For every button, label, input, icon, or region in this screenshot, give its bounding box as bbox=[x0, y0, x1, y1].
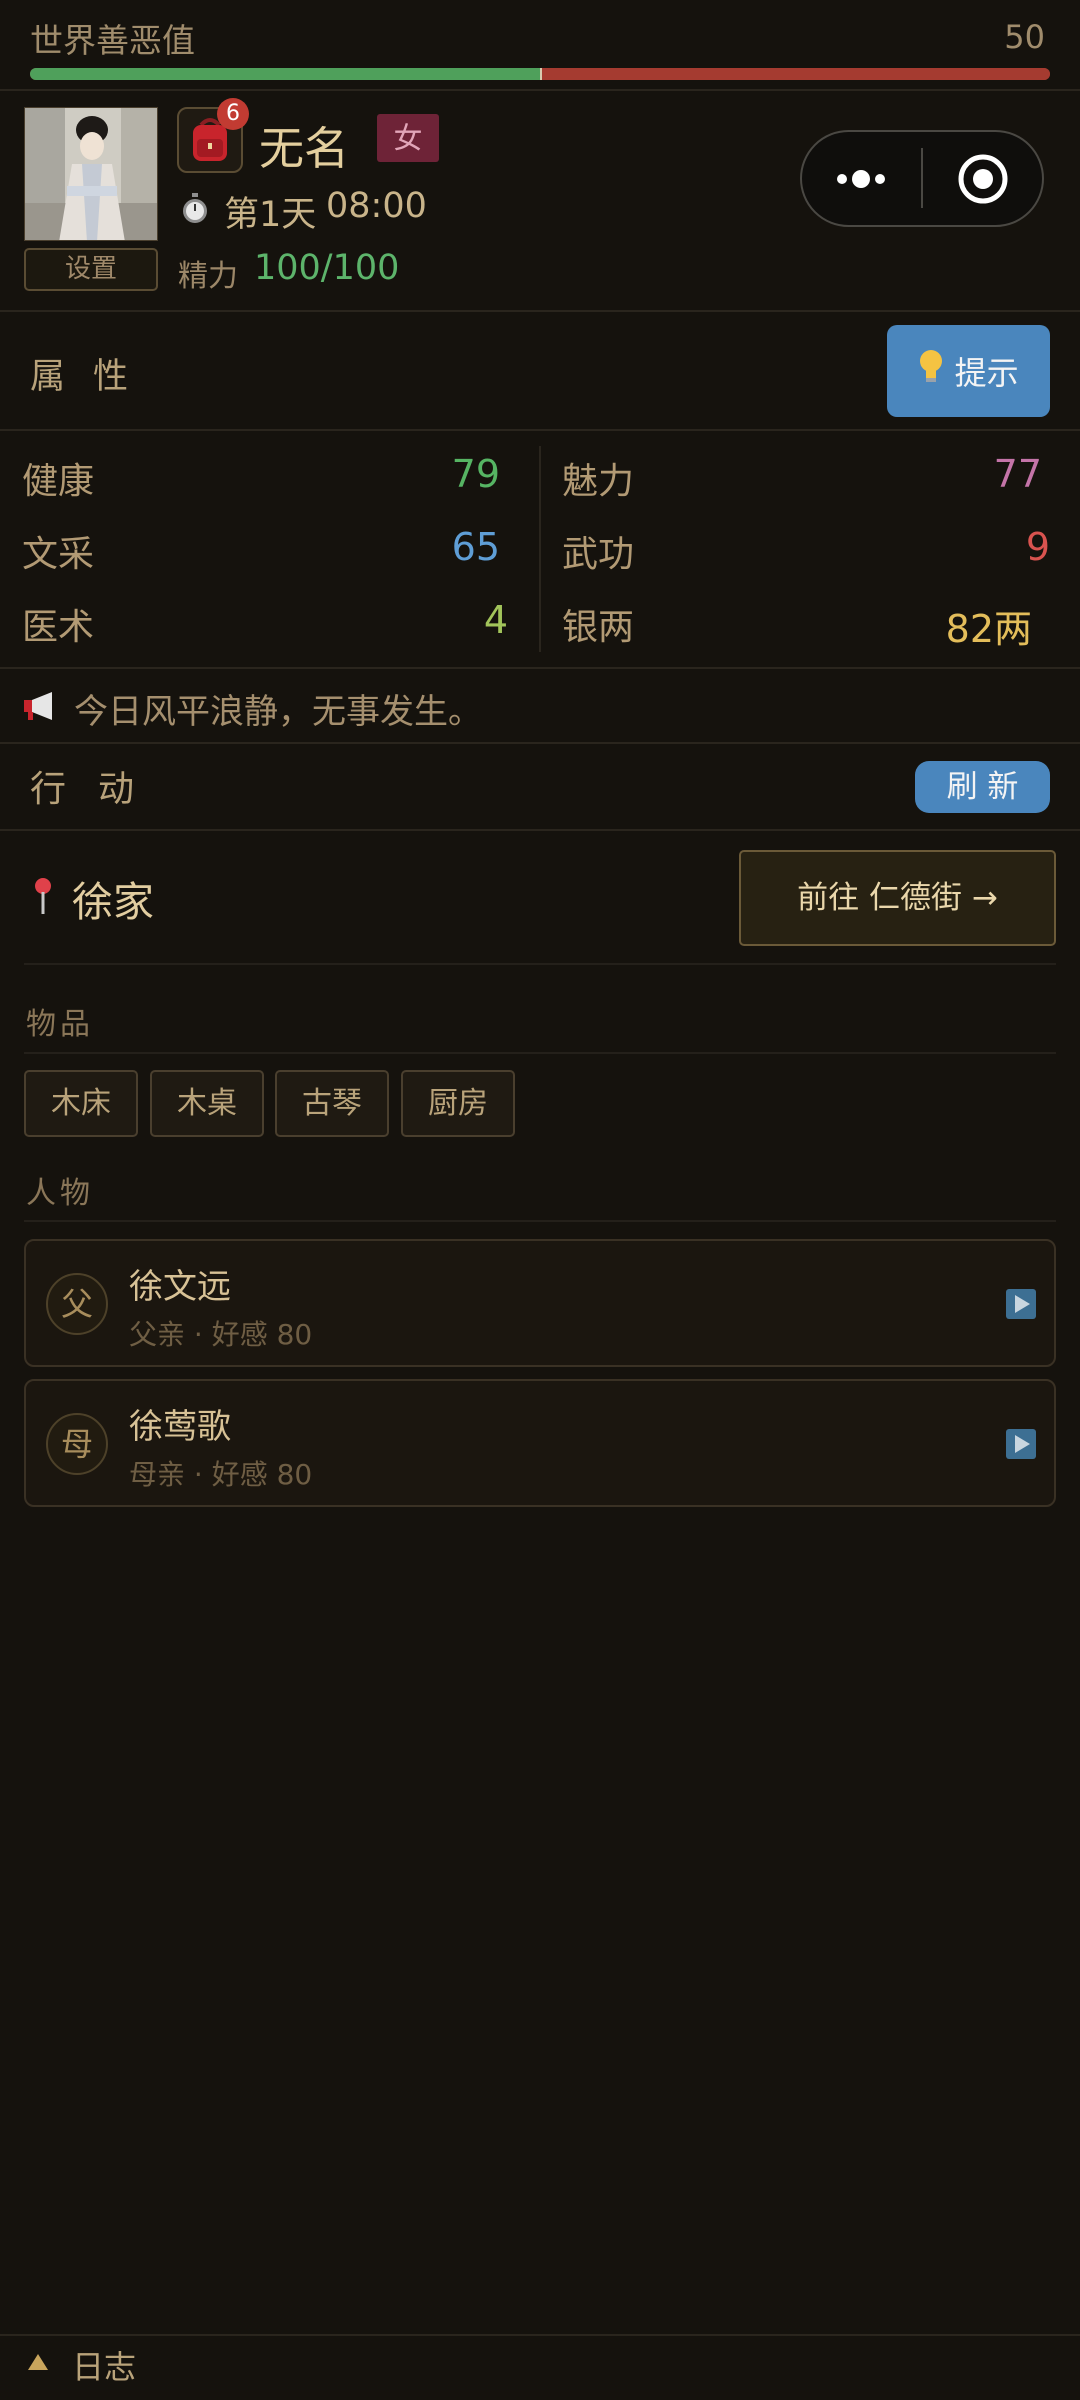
capsule-divider bbox=[921, 148, 923, 208]
npc-avatar: 父 bbox=[46, 1273, 108, 1335]
karma-label: 世界善恶值 bbox=[30, 21, 195, 60]
location-pin-icon bbox=[32, 876, 54, 916]
game-time: 08:00 bbox=[326, 186, 427, 226]
attributes-title: 属性 bbox=[30, 357, 157, 397]
divider bbox=[0, 829, 1080, 831]
divider bbox=[24, 1220, 1056, 1222]
more-dots-icon bbox=[837, 170, 885, 188]
karma-bar bbox=[30, 68, 1050, 80]
stat-label-health: 健康 bbox=[22, 461, 95, 502]
stat-value-charm: 77 bbox=[993, 452, 1042, 496]
energy-label: 精力 bbox=[178, 259, 238, 294]
hint-button[interactable]: 提示 bbox=[887, 325, 1050, 417]
npc-card-father[interactable]: 父 徐文远 父亲 · 好感 80 bbox=[24, 1239, 1056, 1367]
item-kitchen[interactable]: 厨房 bbox=[401, 1070, 515, 1137]
close-miniprogram-button[interactable] bbox=[930, 140, 1034, 218]
hint-label: 提示 bbox=[954, 354, 1019, 392]
stat-label-medicine: 医术 bbox=[22, 607, 95, 648]
megaphone-icon bbox=[22, 690, 58, 722]
item-table[interactable]: 木桌 bbox=[150, 1070, 264, 1137]
karma-good-fill bbox=[30, 68, 540, 80]
stat-value-silver: 82两 bbox=[945, 607, 1032, 651]
actions-title: 行动 bbox=[30, 769, 167, 810]
divider bbox=[24, 963, 1056, 965]
play-icon[interactable] bbox=[1006, 1429, 1036, 1459]
gender-badge: 女 bbox=[377, 114, 439, 162]
stat-value-medicine: 4 bbox=[483, 598, 508, 642]
bag-count-badge: 6 bbox=[217, 98, 249, 130]
player-portrait[interactable] bbox=[24, 107, 158, 241]
people-section-title: 人物 bbox=[26, 1176, 94, 1211]
npc-relation: 父亲 · 好感 80 bbox=[129, 1318, 313, 1351]
day-counter: 第1天 bbox=[224, 195, 317, 235]
karma-evil-fill bbox=[542, 68, 1050, 80]
stat-value-health: 79 bbox=[451, 452, 500, 496]
stat-label-charm: 魅力 bbox=[562, 461, 635, 502]
npc-card-mother[interactable]: 母 徐莺歌 母亲 · 好感 80 bbox=[24, 1379, 1056, 1507]
current-location: 徐家 bbox=[72, 878, 154, 926]
target-circle-icon bbox=[958, 154, 1008, 204]
settings-button[interactable]: 设置 bbox=[24, 248, 158, 291]
stat-label-literary: 文采 bbox=[22, 534, 95, 575]
npc-avatar: 母 bbox=[46, 1413, 108, 1475]
stat-label-silver: 银两 bbox=[562, 607, 635, 648]
log-label: 日志 bbox=[72, 2348, 137, 2386]
divider bbox=[0, 89, 1080, 91]
items-section-title: 物品 bbox=[26, 1007, 94, 1042]
npc-relation: 母亲 · 好感 80 bbox=[129, 1458, 313, 1491]
more-options-button[interactable] bbox=[812, 140, 912, 218]
player-name: 无名 bbox=[259, 122, 350, 175]
divider bbox=[0, 742, 1080, 744]
energy-value: 100/100 bbox=[254, 248, 400, 288]
play-icon[interactable] bbox=[1006, 1289, 1036, 1319]
item-guqin[interactable]: 古琴 bbox=[275, 1070, 389, 1137]
divider bbox=[0, 310, 1080, 312]
log-bar[interactable] bbox=[0, 2334, 1080, 2400]
attributes-column-divider bbox=[539, 446, 541, 652]
karma-value: 50 bbox=[1004, 18, 1045, 56]
goto-location-button[interactable]: 前往 仁德街 → bbox=[739, 850, 1056, 946]
item-bed[interactable]: 木床 bbox=[24, 1070, 138, 1137]
stat-label-martial: 武功 bbox=[562, 534, 635, 575]
triangle-up-icon bbox=[26, 2352, 50, 2372]
lightbulb-icon bbox=[918, 327, 944, 419]
npc-name: 徐文远 bbox=[129, 1267, 231, 1307]
divider bbox=[0, 429, 1080, 431]
divider bbox=[24, 1052, 1056, 1054]
stat-value-literary: 65 bbox=[451, 525, 500, 569]
refresh-button[interactable]: 刷 新 bbox=[915, 761, 1050, 813]
stat-value-martial: 9 bbox=[1025, 525, 1050, 569]
divider bbox=[0, 667, 1080, 669]
stopwatch-icon bbox=[180, 192, 210, 226]
daily-event-text: 今日风平浪静，无事发生。 bbox=[74, 692, 482, 732]
npc-name: 徐莺歌 bbox=[129, 1407, 231, 1447]
